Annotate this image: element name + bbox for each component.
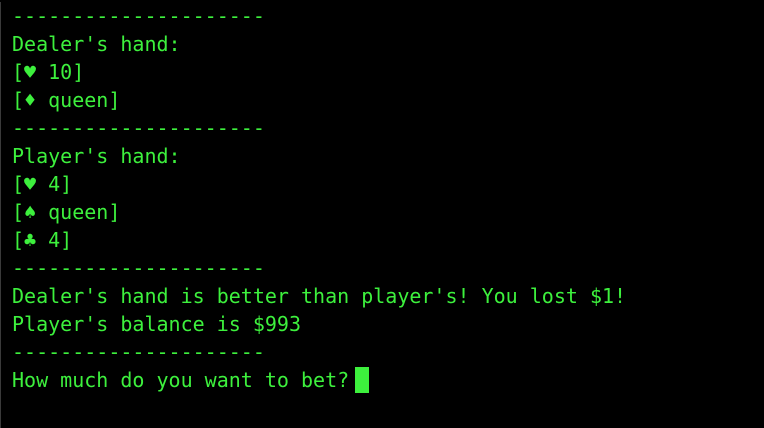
bet-prompt-line[interactable]: How much do you want to bet?: [12, 366, 764, 394]
dealer-card-2: [♦ queen]: [12, 88, 121, 112]
round-result-message: Dealer's hand is better than player's! Y…: [12, 284, 627, 308]
bet-prompt-text: How much do you want to bet?: [12, 368, 350, 392]
player-hand-heading: Player's hand:: [12, 144, 181, 168]
player-card-2: [♠ queen]: [12, 200, 121, 224]
separator-line: ---------------------: [12, 256, 265, 280]
player-balance-message: Player's balance is $993: [12, 312, 301, 336]
player-card-3: [♣ 4]: [12, 228, 73, 252]
dealer-hand-heading: Dealer's hand:: [12, 32, 181, 56]
terminal-window[interactable]: --------------------- Dealer's hand: [♥ …: [0, 2, 764, 428]
dealer-card-1: [♥ 10]: [12, 60, 85, 84]
text-cursor[interactable]: [355, 367, 370, 393]
separator-line: ---------------------: [12, 340, 265, 364]
separator-line: ---------------------: [12, 116, 265, 140]
separator-line: ---------------------: [12, 4, 265, 28]
player-card-1: [♥ 4]: [12, 172, 73, 196]
